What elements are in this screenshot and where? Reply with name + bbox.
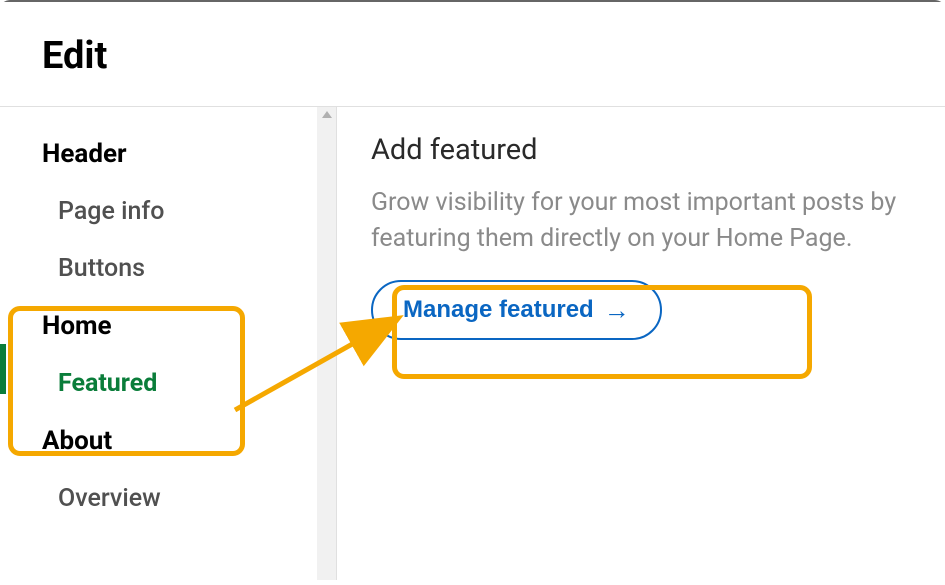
manage-featured-button[interactable]: Manage featured → <box>371 280 662 340</box>
content-wrapper: Header Page info Buttons Home Featured A… <box>0 107 945 580</box>
arrow-right-icon: → <box>604 297 630 323</box>
panel-description: Grow visibility for your most important … <box>371 185 911 258</box>
nav-item-page-info[interactable]: Page info <box>0 183 336 240</box>
dialog-header: Edit <box>0 2 945 107</box>
manage-featured-label: Manage featured <box>403 296 594 324</box>
panel-title: Add featured <box>371 133 911 167</box>
nav-item-buttons[interactable]: Buttons <box>0 240 336 297</box>
main-panel: Add featured Grow visibility for your mo… <box>337 107 945 580</box>
nav-item-overview[interactable]: Overview <box>0 470 336 527</box>
scroll-up-arrow-icon[interactable] <box>322 111 332 118</box>
sidebar-scrollbar[interactable] <box>317 107 336 580</box>
dialog-title: Edit <box>42 34 903 78</box>
nav-item-featured[interactable]: Featured <box>0 355 336 412</box>
sidebar-nav: Header Page info Buttons Home Featured A… <box>0 107 337 580</box>
nav-section-header[interactable]: Header <box>0 125 336 183</box>
nav-section-home[interactable]: Home <box>0 297 336 355</box>
active-indicator <box>0 344 6 394</box>
nav-section-about[interactable]: About <box>0 412 336 470</box>
